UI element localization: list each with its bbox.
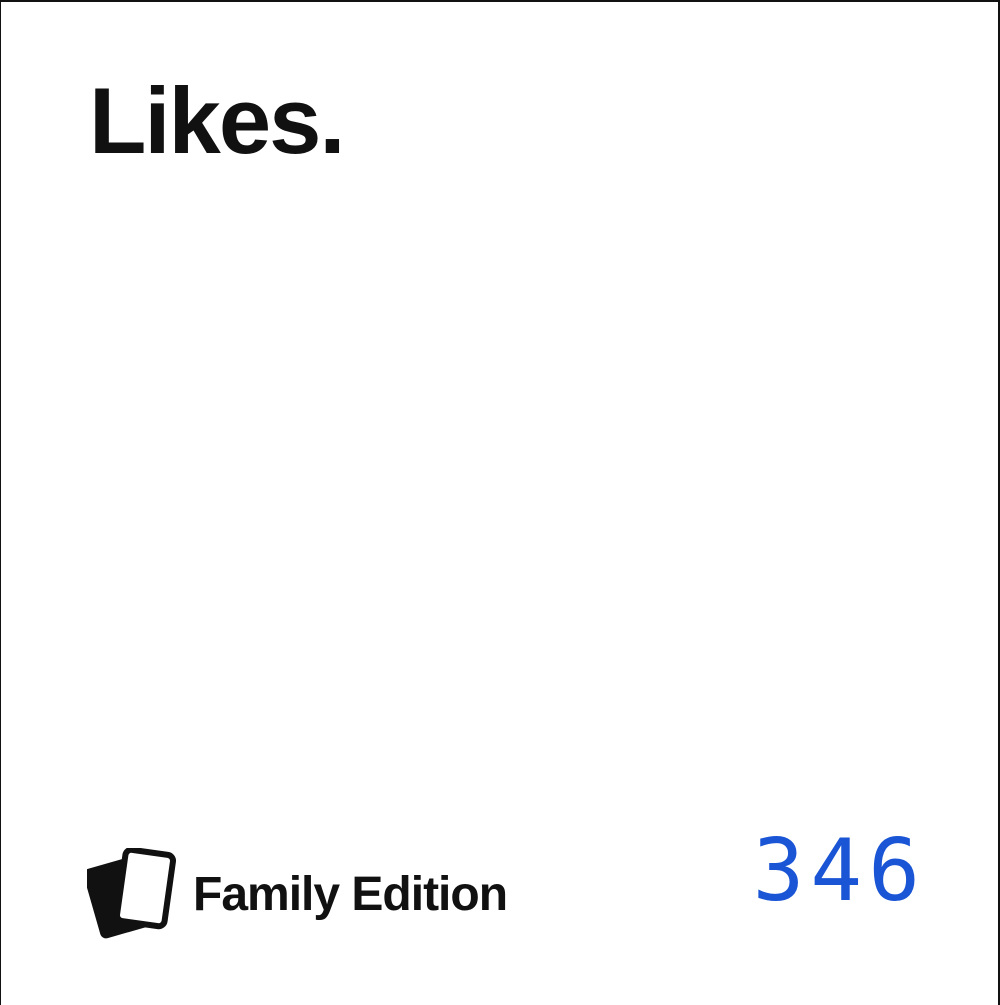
card-number: 346 — [752, 821, 926, 921]
brand-name: Family Edition — [193, 867, 508, 921]
stacked-cards-icon — [87, 848, 177, 939]
card-title: Likes. — [89, 68, 345, 173]
prompt-card: Likes. Family Edition 346 — [0, 0, 1000, 1005]
brand-lockup: Family Edition — [87, 848, 508, 940]
